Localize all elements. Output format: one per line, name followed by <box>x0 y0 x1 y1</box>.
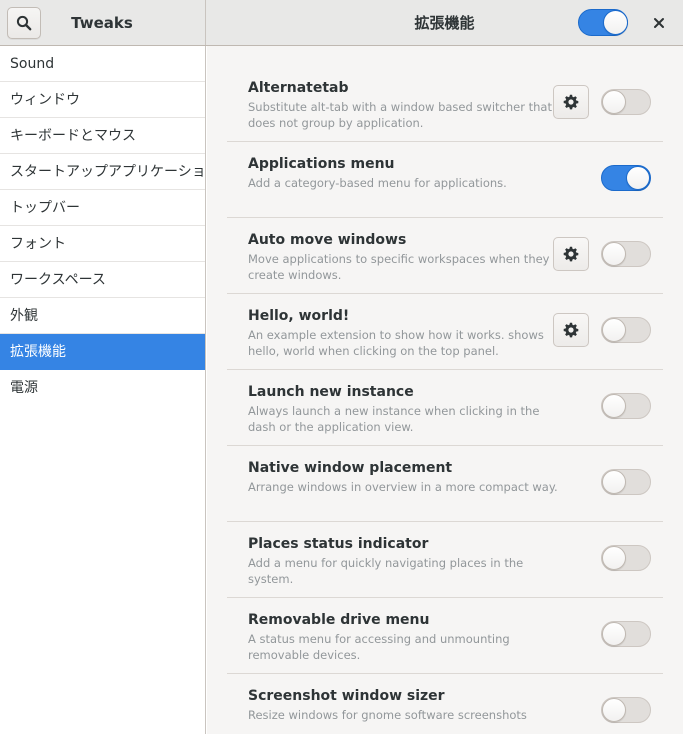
sidebar-item[interactable]: スタートアップアプリケーション <box>0 154 205 190</box>
switch-wrapper <box>601 89 651 115</box>
extension-toggle-switch[interactable] <box>601 317 651 343</box>
close-icon <box>654 18 664 28</box>
switch-knob <box>602 622 626 646</box>
switch-knob <box>602 394 626 418</box>
switch-knob <box>602 698 626 722</box>
gear-icon <box>563 94 579 110</box>
extension-row: Screenshot window sizer Resize windows fo… <box>227 674 663 734</box>
extension-name: Launch new instance <box>248 384 414 400</box>
sidebar-item[interactable]: ワークスペース <box>0 262 205 298</box>
app-title: Tweaks <box>71 13 133 32</box>
extension-name: Native window placement <box>248 460 453 476</box>
extension-name: Auto move windows <box>248 232 407 248</box>
switch-wrapper <box>601 697 651 723</box>
extension-row: Applications menu Add a category-based me… <box>227 142 663 218</box>
extension-description: An example extension to show how it work… <box>248 328 544 358</box>
sidebar: Sound ウィンドウ キーボードとマウス スタートアップアプリケーション トップバーフ… <box>0 46 206 734</box>
extension-toggle-switch[interactable] <box>601 469 651 495</box>
switch-wrapper <box>601 469 651 495</box>
switch-wrapper <box>601 545 651 571</box>
close-button[interactable] <box>648 12 670 34</box>
extension-name: Alternatetab <box>248 80 349 96</box>
extension-toggle-switch[interactable] <box>601 165 651 191</box>
extension-name: Hello, world! <box>248 308 350 324</box>
extension-name: Applications menu <box>248 156 395 172</box>
extension-toggle-switch[interactable] <box>601 621 651 647</box>
extension-settings-button[interactable] <box>553 237 589 271</box>
extension-toggle-switch[interactable] <box>601 89 651 115</box>
switch-wrapper <box>601 241 651 267</box>
extension-description: A status menu for accessing and unmounti… <box>248 632 510 662</box>
switch-knob <box>602 318 626 342</box>
extension-toggle-switch[interactable] <box>601 545 651 571</box>
extension-row: Alternatetab Substitute alt-tab with a wi… <box>227 66 663 142</box>
extension-description: Resize windows for gnome software screen… <box>248 708 527 722</box>
sidebar-item[interactable]: Sound <box>0 46 205 82</box>
switch-knob <box>602 242 626 266</box>
extension-description: Move applications to specific workspaces… <box>248 252 550 282</box>
extension-row: Launch new instance Always launch a new i… <box>227 370 663 446</box>
switch-knob <box>602 546 626 570</box>
sidebar-item[interactable]: 拡張機能 <box>0 334 205 370</box>
gear-icon <box>563 246 579 262</box>
extension-row: Auto move windows Move applications to sp… <box>227 218 663 294</box>
sidebar-list: Sound ウィンドウ キーボードとマウス スタートアップアプリケーション トップバーフ… <box>0 46 205 406</box>
extension-toggle-switch[interactable] <box>601 393 651 419</box>
sidebar-item[interactable]: 外観 <box>0 298 205 334</box>
extension-name: Screenshot window sizer <box>248 688 445 704</box>
sidebar-item[interactable]: キーボードとマウス <box>0 118 205 154</box>
extension-description: Add a category-based menu for applicatio… <box>248 176 507 190</box>
extension-settings-button[interactable] <box>553 85 589 119</box>
switch-wrapper <box>601 393 651 419</box>
switch-knob <box>603 10 628 35</box>
extensions-panel: Alternatetab Substitute alt-tab with a wi… <box>207 46 683 734</box>
extension-row: Places status indicator Add a menu for qu… <box>227 522 663 598</box>
header-bar: Tweaks 拡張機能 <box>0 0 683 46</box>
sidebar-item[interactable]: 電源 <box>0 370 205 406</box>
extension-description: Add a menu for quickly navigating places… <box>248 556 524 586</box>
extension-description: Always launch a new instance when clicki… <box>248 404 540 434</box>
switch-wrapper <box>601 317 651 343</box>
extensions-global-switch[interactable] <box>578 9 628 36</box>
extension-description: Substitute alt-tab with a window based s… <box>248 100 552 130</box>
extension-settings-button[interactable] <box>553 313 589 347</box>
extension-description: Arrange windows in overview in a more co… <box>248 480 558 494</box>
sidebar-item[interactable]: ウィンドウ <box>0 82 205 118</box>
switch-knob <box>602 90 626 114</box>
gear-icon <box>563 322 579 338</box>
switch-knob <box>602 470 626 494</box>
sidebar-item[interactable]: トップバー <box>0 190 205 226</box>
switch-wrapper <box>601 165 651 191</box>
extension-row: Native window placement Arrange windows i… <box>227 446 663 522</box>
extension-list: Alternatetab Substitute alt-tab with a wi… <box>227 66 663 734</box>
extension-toggle-switch[interactable] <box>601 241 651 267</box>
switch-wrapper <box>601 621 651 647</box>
header-left: Tweaks <box>0 0 206 45</box>
sidebar-item[interactable]: フォント <box>0 226 205 262</box>
switch-knob <box>626 166 650 190</box>
extension-name: Places status indicator <box>248 536 429 552</box>
extension-name: Removable drive menu <box>248 612 430 628</box>
extension-toggle-switch[interactable] <box>601 697 651 723</box>
extension-row: Hello, world! An example extension to sho… <box>227 294 663 370</box>
header-right: 拡張機能 <box>206 0 683 45</box>
extension-row: Removable drive menu A status menu for ac… <box>227 598 663 674</box>
